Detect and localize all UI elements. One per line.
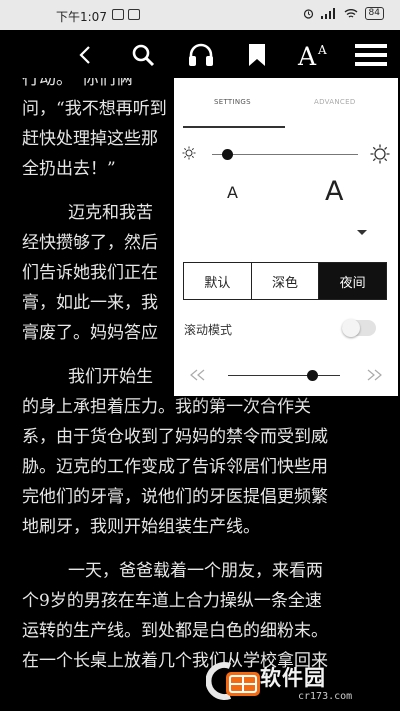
signal-icon (320, 8, 335, 19)
settings-tabs: SETTINGS ADVANCED (174, 98, 398, 112)
brightness-control (182, 144, 390, 164)
scroll-mode-label: 滚动模式 (184, 323, 233, 337)
tab-advanced[interactable]: ADVANCED (314, 98, 356, 106)
text-line: 的身上承担着压力。我的第一次合作关 (22, 397, 311, 417)
brightness-high-icon (370, 144, 390, 164)
text-line: 运转的生产线。到处都是白色的细粉末。 (22, 621, 328, 641)
brightness-low-icon (182, 146, 196, 160)
message-icon (112, 9, 124, 20)
search-button[interactable] (126, 38, 160, 72)
bookmark-button[interactable] (240, 38, 274, 72)
back-icon (79, 46, 90, 64)
bookmark-icon (249, 44, 265, 66)
text-line: 地刷牙，我则开始组装生产线。 (22, 517, 260, 537)
progress-slider-thumb[interactable] (306, 370, 318, 381)
font-size-button[interactable]: AA (296, 38, 330, 72)
text-line: 个9岁的男孩在车道上合力操纵一条全速 (22, 591, 322, 611)
cr173-logo (206, 662, 260, 700)
theme-option[interactable]: 默认 (184, 263, 252, 299)
text-line: 完他们的牙膏，说他们的牙医提倡更频繁 (22, 487, 328, 507)
brightness-slider-track[interactable] (212, 154, 358, 155)
previous-chapter-icon[interactable] (188, 368, 206, 382)
svg-text:A: A (297, 42, 317, 69)
chapter-progress (188, 368, 384, 384)
search-icon (132, 44, 155, 67)
back-button[interactable] (68, 38, 102, 72)
reader-toolbar: AA (0, 30, 400, 78)
status-indicators: 84 (303, 7, 384, 20)
text-line: 一天，爸爸载着一个朋友，来看两 (68, 561, 323, 581)
menu-button[interactable] (354, 38, 388, 72)
battery-icon: 84 (364, 7, 384, 20)
alarm-icon (303, 9, 313, 19)
watermark-title: 软件园 (260, 666, 326, 690)
tab-settings[interactable]: SETTINGS (214, 98, 251, 106)
status-time: 下午1:07 (56, 10, 107, 24)
svg-text:A: A (317, 43, 327, 57)
toggle-knob (342, 319, 360, 337)
brightness-slider-thumb[interactable] (222, 149, 234, 160)
text-line: 胁。迈克的工作变成了告诉邻居们快些用 (22, 457, 328, 477)
notification-icons (112, 9, 140, 20)
display-settings-panel: SETTINGS ADVANCED A A 默认 深色 夜间 滚动模式 (174, 78, 398, 396)
progress-slider-track[interactable] (228, 375, 340, 376)
theme-option[interactable]: 夜间 (319, 263, 387, 299)
headphones-icon (189, 43, 213, 66)
message-icon (128, 9, 140, 20)
site-watermark: 软件园 cr173.com (206, 658, 390, 708)
font-increase-button[interactable]: A (325, 176, 343, 207)
scroll-mode-toggle[interactable] (342, 319, 376, 337)
theme-selector: 默认 深色 夜间 (183, 262, 387, 300)
status-bar: 下午1:07 84 (0, 0, 400, 30)
watermark-domain: cr173.com (298, 691, 353, 702)
active-tab-indicator (183, 126, 285, 128)
listen-button[interactable] (184, 38, 218, 72)
font-size-icon: AA (297, 42, 327, 69)
menu-icon (355, 44, 387, 66)
chevron-down-icon[interactable] (357, 230, 367, 235)
theme-option[interactable]: 深色 (251, 263, 320, 299)
font-decrease-button[interactable]: A (227, 183, 238, 202)
wifi-icon (344, 9, 357, 18)
next-chapter-icon[interactable] (366, 368, 384, 382)
text-line: 系，由于货仓收到了妈妈的禁令而受到威 (22, 427, 328, 447)
